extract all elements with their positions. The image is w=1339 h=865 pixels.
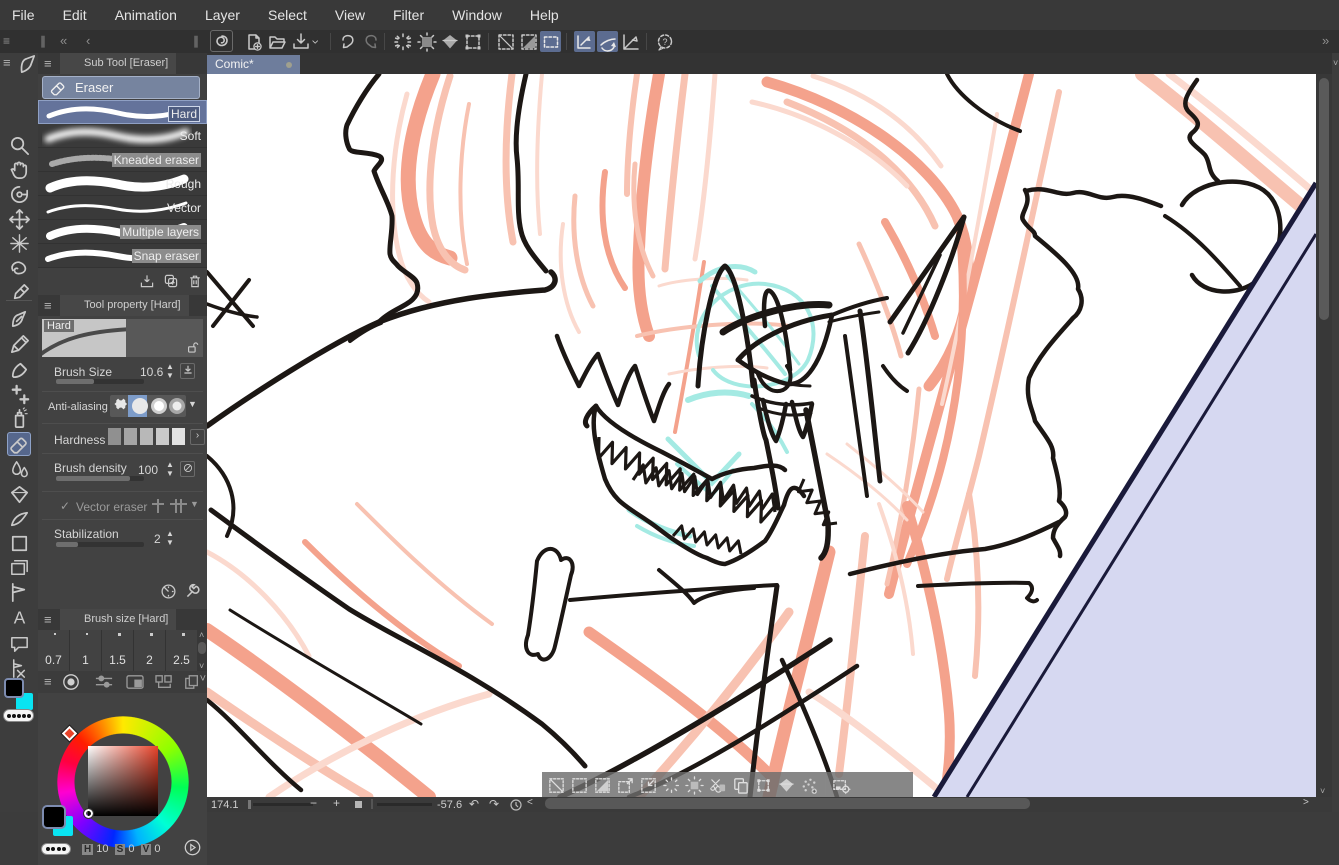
- svg-text:?: ?: [662, 37, 667, 47]
- svg-text:A: A: [13, 607, 25, 627]
